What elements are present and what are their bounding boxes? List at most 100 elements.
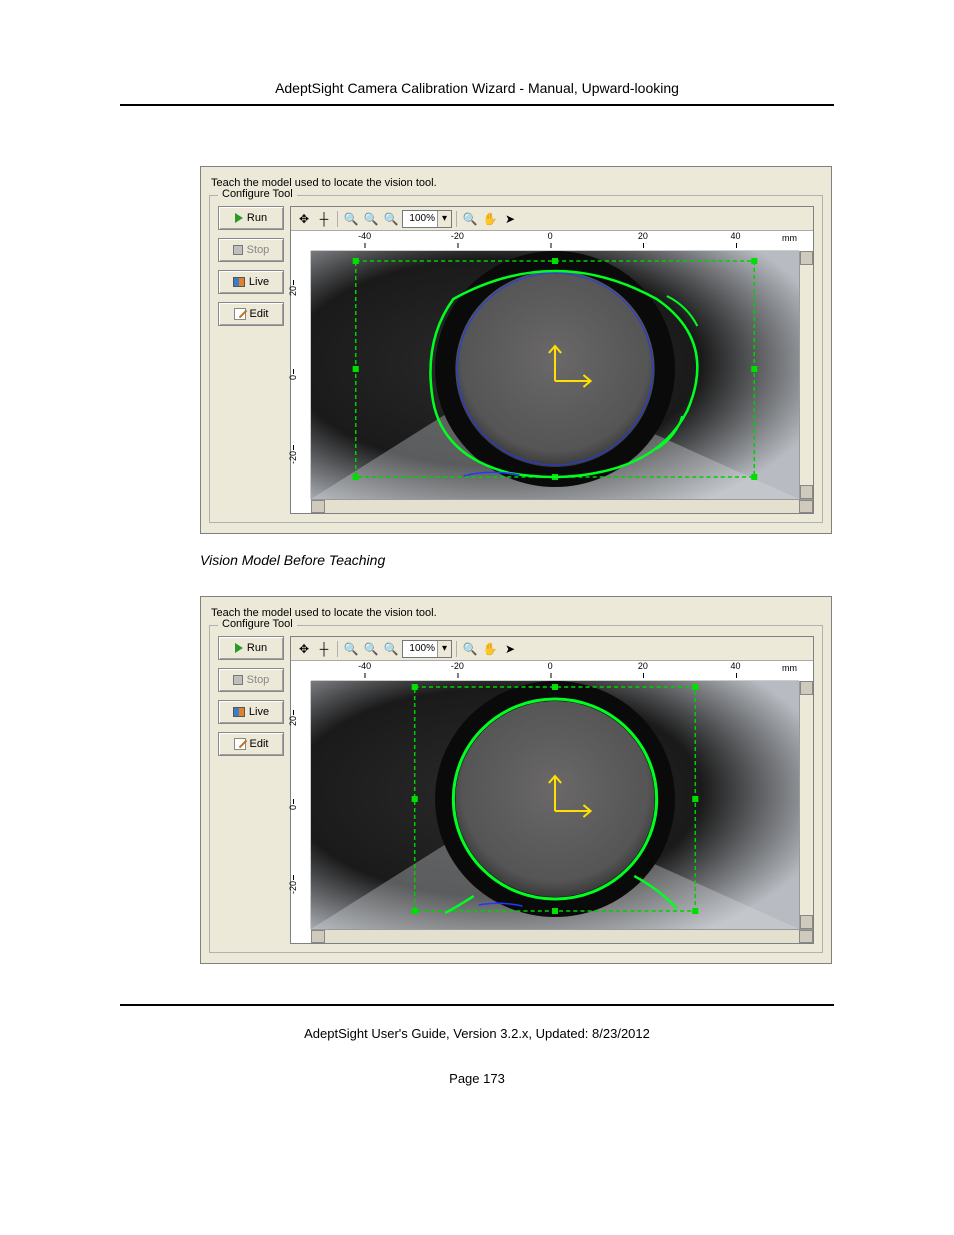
tools-icon[interactable]: ✥ — [295, 210, 313, 228]
chevron-down-icon[interactable]: ▾ — [437, 211, 451, 227]
zoom-out-icon[interactable]: 🔍 — [382, 210, 400, 228]
footer-rule — [120, 1004, 834, 1006]
scroll-up-icon[interactable] — [800, 681, 813, 695]
play-icon — [235, 643, 243, 653]
scroll-up-icon[interactable] — [800, 251, 813, 265]
zoom-region-icon[interactable]: 🔍 — [461, 640, 479, 658]
horizontal-scrollbar[interactable] — [311, 499, 813, 513]
edit-icon — [234, 738, 246, 750]
hand-pan-icon[interactable]: ✋ — [481, 640, 499, 658]
live-label: Live — [249, 276, 269, 288]
stop-icon — [233, 675, 243, 685]
crosshair-icon[interactable]: ┼ — [315, 210, 333, 228]
chevron-down-icon[interactable]: ▾ — [437, 641, 451, 657]
viewer-toolbar: ✥ ┼ 🔍 🔍 🔍 ▾ 🔍 ✋ — [291, 637, 813, 661]
zoom-combo[interactable]: ▾ — [402, 210, 452, 228]
stop-label: Stop — [247, 674, 270, 686]
horizontal-scrollbar[interactable] — [311, 929, 813, 943]
edit-label: Edit — [250, 308, 269, 320]
ruler-x-tick: 0 — [548, 231, 553, 241]
zoom-out-icon[interactable]: 🔍 — [382, 640, 400, 658]
fieldset-legend: Configure Tool — [218, 618, 297, 630]
zoom-in-icon[interactable]: 🔍 — [342, 640, 360, 658]
image-viewer: ✥ ┼ 🔍 🔍 🔍 ▾ 🔍 ✋ — [290, 636, 814, 944]
zoom-fit-icon[interactable]: 🔍 — [362, 640, 380, 658]
play-icon — [235, 213, 243, 223]
ruler-vertical: 20 0 -20 — [291, 251, 311, 499]
crosshair-icon[interactable]: ┼ — [315, 640, 333, 658]
zoom-combo[interactable]: ▾ — [402, 640, 452, 658]
figure-caption-before: Vision Model Before Teaching — [200, 552, 834, 568]
vision-canvas-after[interactable] — [311, 681, 799, 929]
scroll-track[interactable] — [325, 500, 799, 513]
ruler-x-tick: 20 — [638, 231, 648, 241]
ruler-y-tick: 20 — [288, 286, 298, 296]
viewer-toolbar: ✥ ┼ 🔍 🔍 🔍 ▾ 🔍 ✋ — [291, 207, 813, 231]
fieldset-legend: Configure Tool — [218, 188, 297, 200]
scroll-down-icon[interactable] — [800, 485, 813, 499]
pointer-icon[interactable]: ➤ — [501, 210, 519, 228]
scroll-down-icon[interactable] — [800, 915, 813, 929]
scroll-track[interactable] — [325, 930, 799, 943]
pointer-icon[interactable]: ➤ — [501, 640, 519, 658]
scroll-right-icon[interactable] — [799, 930, 813, 943]
ruler-horizontal: -40 -20 0 20 40 mm — [311, 661, 799, 681]
run-label: Run — [247, 212, 267, 224]
live-label: Live — [249, 706, 269, 718]
stop-label: Stop — [247, 244, 270, 256]
configure-tool-fieldset: Configure Tool Run Stop Live Edit ✥ ┼ 🔍 — [209, 625, 823, 953]
configure-tool-fieldset: Configure Tool Run Stop Live Edit ✥ ┼ 🔍 — [209, 195, 823, 523]
ruler-y-tick: -20 — [288, 881, 298, 894]
ruler-vertical: 20 0 -20 — [291, 681, 311, 929]
live-icon — [233, 277, 245, 287]
ruler-y-tick: 0 — [288, 375, 298, 380]
scroll-left-icon[interactable] — [311, 500, 325, 513]
ruler-x-tick: 40 — [731, 661, 741, 671]
scroll-left-icon[interactable] — [311, 930, 325, 943]
zoom-region-icon[interactable]: 🔍 — [461, 210, 479, 228]
side-button-column: Run Stop Live Edit — [218, 206, 284, 514]
calibration-panel-before: Teach the model used to locate the visio… — [200, 166, 832, 534]
footer-text: AdeptSight User's Guide, Version 3.2.x, … — [120, 1026, 834, 1041]
stop-button[interactable]: Stop — [218, 238, 284, 262]
header-rule — [120, 104, 834, 106]
vision-canvas-before[interactable] — [311, 251, 799, 499]
tools-icon[interactable]: ✥ — [295, 640, 313, 658]
ruler-y-tick: -20 — [288, 451, 298, 464]
page-number: Page 173 — [120, 1071, 834, 1086]
edit-label: Edit — [250, 738, 269, 750]
vertical-scrollbar[interactable] — [799, 681, 813, 929]
live-icon — [233, 707, 245, 717]
edit-button[interactable]: Edit — [218, 732, 284, 756]
zoom-input[interactable] — [403, 643, 437, 654]
ruler-horizontal: -40 -20 0 20 40 mm — [311, 231, 799, 251]
ruler-y-tick: 0 — [288, 805, 298, 810]
ruler-y-tick: 20 — [288, 716, 298, 726]
vertical-scrollbar[interactable] — [799, 251, 813, 499]
ruler-x-tick: -40 — [358, 231, 371, 241]
live-button[interactable]: Live — [218, 270, 284, 294]
run-button[interactable]: Run — [218, 636, 284, 660]
hand-pan-icon[interactable]: ✋ — [481, 210, 499, 228]
instruction-text: Teach the model used to locate the visio… — [209, 173, 823, 195]
edit-icon — [234, 308, 246, 320]
instruction-text: Teach the model used to locate the visio… — [209, 603, 823, 625]
run-label: Run — [247, 642, 267, 654]
ruler-unit: mm — [782, 233, 797, 243]
zoom-in-icon[interactable]: 🔍 — [342, 210, 360, 228]
zoom-fit-icon[interactable]: 🔍 — [362, 210, 380, 228]
edit-button[interactable]: Edit — [218, 302, 284, 326]
ruler-unit: mm — [782, 663, 797, 673]
ruler-x-tick: -20 — [451, 231, 464, 241]
calibration-panel-after: Teach the model used to locate the visio… — [200, 596, 832, 964]
stop-button[interactable]: Stop — [218, 668, 284, 692]
scroll-right-icon[interactable] — [799, 500, 813, 513]
ruler-x-tick: 20 — [638, 661, 648, 671]
page-header: AdeptSight Camera Calibration Wizard - M… — [120, 80, 834, 96]
live-button[interactable]: Live — [218, 700, 284, 724]
zoom-input[interactable] — [403, 213, 437, 224]
side-button-column: Run Stop Live Edit — [218, 636, 284, 944]
run-button[interactable]: Run — [218, 206, 284, 230]
ruler-x-tick: 0 — [548, 661, 553, 671]
ruler-x-tick: -40 — [358, 661, 371, 671]
